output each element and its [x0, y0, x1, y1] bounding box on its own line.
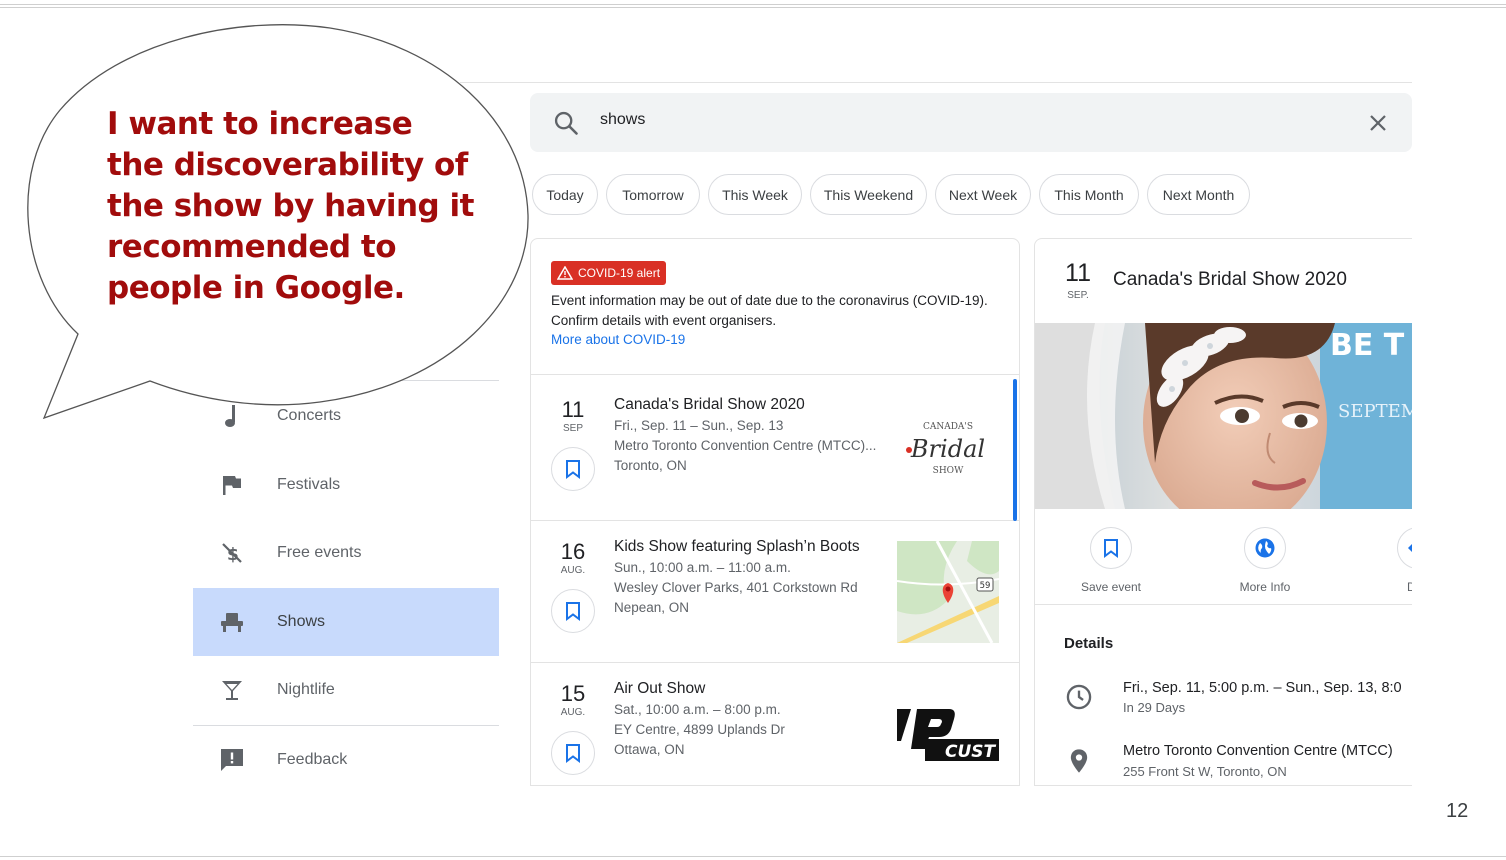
sidebar-item-free-events[interactable]: $ Free events	[193, 519, 499, 587]
hero-text-1: BE T	[1330, 328, 1405, 363]
search-bar[interactable]: shows	[530, 93, 1412, 152]
event-month: AUG.	[560, 565, 586, 576]
event-thumbnail: CANADA'S Bridal SHOW	[897, 399, 999, 501]
location-pin-icon	[1070, 749, 1088, 773]
slide-bottom-border	[0, 856, 1506, 857]
sidebar-item-festivals[interactable]: Festivals	[193, 451, 499, 519]
more-info-action[interactable]: More Info	[1205, 527, 1325, 594]
covid-badge: COVID-19 alert	[551, 261, 667, 285]
thumb-text-2: Bridal	[910, 435, 985, 463]
event-day: 15	[560, 681, 586, 706]
save-event-button[interactable]	[551, 447, 595, 491]
details-heading: Details	[1064, 635, 1114, 652]
action-label: Dire	[1358, 580, 1412, 594]
detail-divider	[1035, 604, 1412, 605]
event-day: 11	[561, 397, 585, 422]
thumb-text: CUST	[945, 742, 997, 762]
chip-next-week[interactable]: Next Week	[935, 174, 1031, 215]
chip-next-month[interactable]: Next Month	[1147, 174, 1250, 215]
sidebar-item-feedback[interactable]: Feedback	[193, 726, 499, 794]
event-row[interactable]: 15 AUG. Air Out Show Sat., 10:00 a.m. – …	[531, 663, 1019, 785]
event-month: AUG.	[560, 707, 586, 718]
bookmark-icon	[566, 744, 580, 763]
detail-day: 11	[1065, 259, 1091, 287]
top-divider	[460, 82, 1412, 83]
covid-alert: COVID-19 alert Event information may be …	[531, 239, 1019, 375]
event-venue: Wesley Clover Parks, 401 Corkstown Rd	[614, 580, 858, 595]
event-dates: Fri., Sep. 11 – Sun., Sep. 13	[614, 418, 784, 433]
event-row[interactable]: 16 AUG. Kids Show featuring Splash’n Boo…	[531, 521, 1019, 663]
event-time-relative: In 29 Days	[1123, 700, 1186, 715]
thumb-text-1: CANADA'S	[923, 422, 973, 432]
search-icon[interactable]	[552, 109, 580, 137]
save-event-button[interactable]	[551, 589, 595, 633]
feedback-icon	[219, 747, 245, 773]
globe-icon	[1255, 538, 1275, 558]
event-row[interactable]: 11 SEP Canada's Bridal Show 2020 Fri., S…	[531, 379, 1019, 521]
search-input[interactable]: shows	[600, 111, 645, 129]
bookmark-icon	[566, 602, 580, 621]
sidebar-item-label: Free events	[277, 544, 362, 561]
bookmark-icon	[566, 460, 580, 479]
event-time: Fri., Sep. 11, 5:00 p.m. – Sun., Sep. 13…	[1123, 680, 1402, 696]
sidebar-item-label: Feedback	[277, 751, 348, 768]
directions-action[interactable]: Dire	[1358, 527, 1412, 594]
event-dates: Sun., 10:00 a.m. – 11:00 a.m.	[614, 560, 791, 575]
chip-this-month[interactable]: This Month	[1039, 174, 1139, 215]
no-money-icon: $	[219, 540, 245, 566]
event-day: 16	[560, 539, 586, 564]
event-thumbnail: CUST	[897, 683, 999, 785]
action-label: More Info	[1239, 580, 1291, 594]
theater-seat-icon	[219, 609, 245, 635]
event-title[interactable]: Kids Show featuring Splash’n Boots	[614, 538, 860, 556]
event-city: Toronto, ON	[614, 458, 687, 473]
detail-title: Canada's Bridal Show 2020	[1113, 269, 1347, 290]
covid-message: Event information may be out of date due…	[551, 291, 1001, 331]
callout-text: I want to increase the discoverability o…	[107, 106, 474, 306]
event-list-panel: COVID-19 alert Event information may be …	[530, 238, 1020, 786]
event-venue: Metro Toronto Convention Centre (MTCC)..…	[614, 438, 877, 453]
flag-icon	[219, 472, 245, 498]
warning-icon	[557, 266, 573, 280]
chip-this-week[interactable]: This Week	[708, 174, 802, 215]
detail-month: SEP.	[1067, 290, 1089, 301]
thumb-text-3: SHOW	[933, 466, 964, 476]
sidebar-item-label: Festivals	[277, 476, 341, 493]
route-badge: 59	[980, 581, 991, 591]
slide-page-number: 12	[1446, 800, 1469, 822]
action-label: Save event	[1080, 580, 1142, 594]
event-title[interactable]: Air Out Show	[614, 680, 705, 698]
sidebar-item-label: Nightlife	[277, 681, 335, 698]
save-event-action[interactable]: Save event	[1051, 527, 1171, 594]
save-event-button[interactable]	[551, 731, 595, 775]
covid-link[interactable]: More about COVID-19	[551, 332, 685, 347]
cocktail-icon	[219, 677, 245, 703]
event-venue: EY Centre, 4899 Uplands Dr	[614, 722, 785, 737]
chip-this-weekend[interactable]: This Weekend	[810, 174, 927, 215]
event-detail-panel: 11 SEP. Canada's Bridal Show 2020 BE T S…	[1034, 238, 1412, 786]
event-address: 255 Front St W, Toronto, ON	[1123, 764, 1287, 779]
event-title[interactable]: Canada's Bridal Show 2020	[614, 396, 805, 414]
bookmark-icon	[1104, 539, 1118, 558]
event-city: Nepean, ON	[614, 600, 690, 615]
hero-image: BE T SEPTEM	[1035, 323, 1412, 509]
directions-icon	[1408, 544, 1412, 552]
covid-line-1: Event information may be out of date due…	[551, 293, 988, 308]
clock-icon	[1066, 684, 1092, 710]
sidebar-item-nightlife[interactable]: Nightlife	[193, 656, 499, 724]
sidebar-item-label: Shows	[277, 613, 326, 630]
event-dates: Sat., 10:00 a.m. – 8:00 p.m.	[614, 702, 781, 717]
covid-badge-label: COVID-19 alert	[578, 266, 661, 280]
covid-line-2: Confirm details with event organisers.	[551, 313, 777, 328]
map-thumbnail: 59	[897, 541, 999, 643]
chip-tomorrow[interactable]: Tomorrow	[606, 174, 700, 215]
close-icon[interactable]	[1366, 111, 1390, 135]
event-month: SEP	[562, 423, 583, 434]
sidebar-item-shows[interactable]: Shows	[193, 588, 499, 656]
chip-today[interactable]: Today	[532, 174, 598, 215]
event-city: Ottawa, ON	[614, 742, 685, 757]
event-venue-name: Metro Toronto Convention Centre (MTCC)	[1123, 743, 1393, 759]
hero-text-2: SEPTEM	[1338, 401, 1412, 422]
